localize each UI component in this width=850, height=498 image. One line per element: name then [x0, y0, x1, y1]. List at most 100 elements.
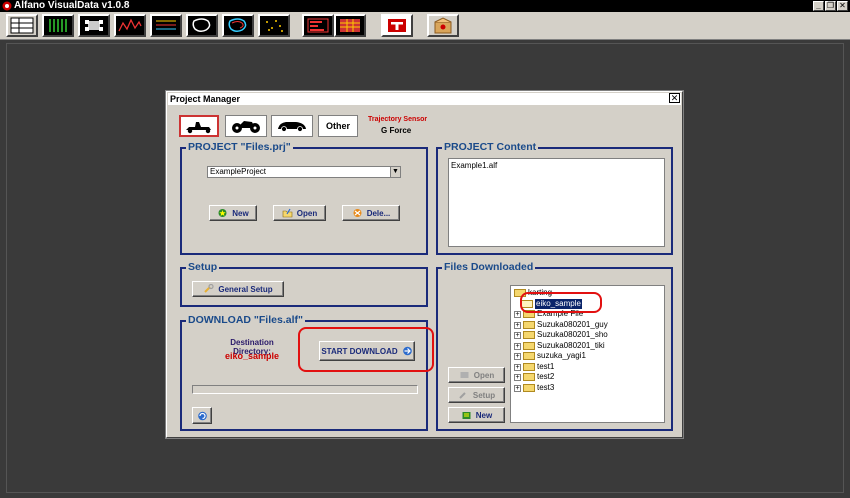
track-overlay-button[interactable] [222, 14, 254, 37]
destination-directory-value: eiko_sample [224, 351, 280, 361]
data-columns-icon [49, 19, 67, 32]
project-group: PROJECT "Files.prj" ExampleProject ▼ New… [180, 141, 428, 255]
dialog-title: Project Manager [168, 93, 681, 105]
track-overlay-icon [228, 18, 247, 33]
kart-setup-icon [85, 20, 103, 31]
app-titlebar: Alfano VisualData v1.0.8 _ ❐ ✕ [0, 0, 850, 12]
setup-group-title: Setup [186, 261, 220, 274]
kart-setup-button[interactable] [78, 14, 110, 37]
project-delete-button[interactable]: Dele... [342, 205, 400, 221]
expand-icon[interactable]: + [514, 321, 521, 329]
multi-line-button[interactable] [150, 14, 182, 37]
track-map-button[interactable] [186, 14, 218, 37]
tree-item-test1[interactable]: + test1 [514, 362, 554, 372]
highlight-ring-start-download [298, 327, 434, 372]
main-toolbar [0, 12, 850, 40]
files-open-label: Open [473, 370, 495, 380]
car-icon [278, 122, 306, 132]
expand-icon[interactable]: + [514, 384, 521, 392]
folder-icon [523, 342, 535, 350]
project-open-label: Open [296, 208, 318, 218]
files-setup-button[interactable]: Setup [448, 387, 505, 403]
scatter-icon [266, 20, 283, 32]
project-new-label: New [232, 208, 249, 218]
list-item[interactable]: Example1.alf [451, 161, 497, 170]
refresh-icon [197, 411, 207, 420]
data-columns-button[interactable] [42, 14, 74, 37]
alfano-logo-icon [388, 19, 406, 32]
files-setup-label: Setup [472, 390, 496, 400]
project-select[interactable]: ExampleProject ▼ [207, 166, 401, 178]
folder-icon [523, 331, 535, 339]
files-open-button[interactable]: Open [448, 367, 505, 383]
tree-item-suzuka-guy[interactable]: + Suzuka080201_guy [514, 320, 608, 330]
project-manager-icon [434, 17, 452, 34]
tree-item-test3[interactable]: + test3 [514, 383, 554, 393]
car-vehicle-button[interactable] [271, 115, 313, 137]
expand-icon[interactable]: + [514, 331, 521, 339]
tree-item-label: test3 [537, 383, 555, 392]
chevron-down-icon[interactable]: ▼ [390, 167, 400, 177]
tree-item-label: Suzuka080201_sho [537, 330, 608, 339]
app-title: Alfano VisualData v1.0.8 [14, 0, 130, 11]
folder-icon [523, 373, 535, 381]
track-map-icon [192, 18, 211, 33]
project-new-button[interactable]: New [209, 205, 257, 221]
scatter-button[interactable] [258, 14, 290, 37]
general-setup-label: General Setup [218, 284, 273, 294]
tree-item-test2[interactable]: + test2 [514, 372, 554, 382]
tree-item-label: suzuka_yagi1 [537, 351, 586, 360]
expand-icon[interactable]: + [514, 352, 521, 360]
tree-item-suzuka-sho[interactable]: + Suzuka080201_sho [514, 330, 608, 340]
kart-vehicle-button[interactable] [179, 115, 219, 137]
folder-icon [523, 384, 535, 392]
project-group-title: PROJECT "Files.prj" [186, 141, 293, 154]
expand-icon[interactable]: + [514, 363, 521, 371]
new-star-icon [218, 209, 227, 217]
lap-table-button[interactable] [334, 14, 366, 37]
restore-button[interactable]: ❐ [825, 1, 836, 11]
folder-icon [523, 352, 535, 360]
table-view-icon [10, 17, 34, 34]
other-vehicle-button[interactable]: Other [318, 115, 358, 137]
alfano-logo-button[interactable] [381, 14, 413, 37]
kart-icon [186, 122, 211, 134]
lap-table-icon [340, 19, 360, 32]
open-folder-icon [282, 208, 293, 218]
expand-icon[interactable]: + [514, 373, 521, 381]
table-view-button[interactable] [6, 14, 38, 37]
expand-icon[interactable]: + [514, 310, 521, 318]
minimize-button[interactable]: _ [813, 1, 824, 11]
trajectory-sensor-value: G Force [381, 126, 412, 135]
project-manager-dialog: Project Manager ✕ Other Trajectory Senso… [166, 91, 683, 438]
project-content-list[interactable]: Example1.alf [448, 158, 665, 247]
alfano-app-icon [2, 1, 12, 11]
tree-item-suzuka-yagi1[interactable]: + suzuka_yagi1 [514, 351, 586, 361]
folder-icon [523, 321, 535, 329]
motorbike-vehicle-button[interactable] [225, 115, 267, 137]
open-icon [460, 372, 469, 378]
files-new-button[interactable]: New [448, 407, 505, 423]
folder-icon [523, 363, 535, 371]
dialog-close-button[interactable]: ✕ [669, 93, 680, 103]
project-content-group: PROJECT Content Example1.alf [436, 141, 673, 255]
project-manager-button[interactable] [427, 14, 459, 37]
download-progress-bar [192, 385, 418, 394]
general-setup-button[interactable]: General Setup [192, 281, 284, 297]
tree-item-suzuka-tiki[interactable]: + Suzuka080201_tiki [514, 341, 605, 351]
project-open-button[interactable]: Open [273, 205, 326, 221]
tree-item-label: test2 [537, 372, 555, 381]
histogram-button[interactable] [302, 14, 334, 37]
trajectory-sensor-label: Trajectory Sensor [368, 116, 428, 123]
files-downloaded-title: Files Downloaded [442, 261, 536, 274]
download-group-title: DOWNLOAD "Files.alf" [186, 314, 305, 327]
line-graph-icon [118, 18, 142, 32]
delete-icon [353, 209, 362, 217]
line-graph-button[interactable] [114, 14, 146, 37]
expand-icon[interactable]: + [514, 342, 521, 350]
close-button[interactable]: ✕ [837, 1, 848, 11]
project-delete-label: Dele... [366, 208, 391, 218]
tree-item-label: test1 [537, 362, 555, 371]
refresh-button[interactable] [192, 407, 212, 424]
multi-line-icon [156, 20, 176, 30]
